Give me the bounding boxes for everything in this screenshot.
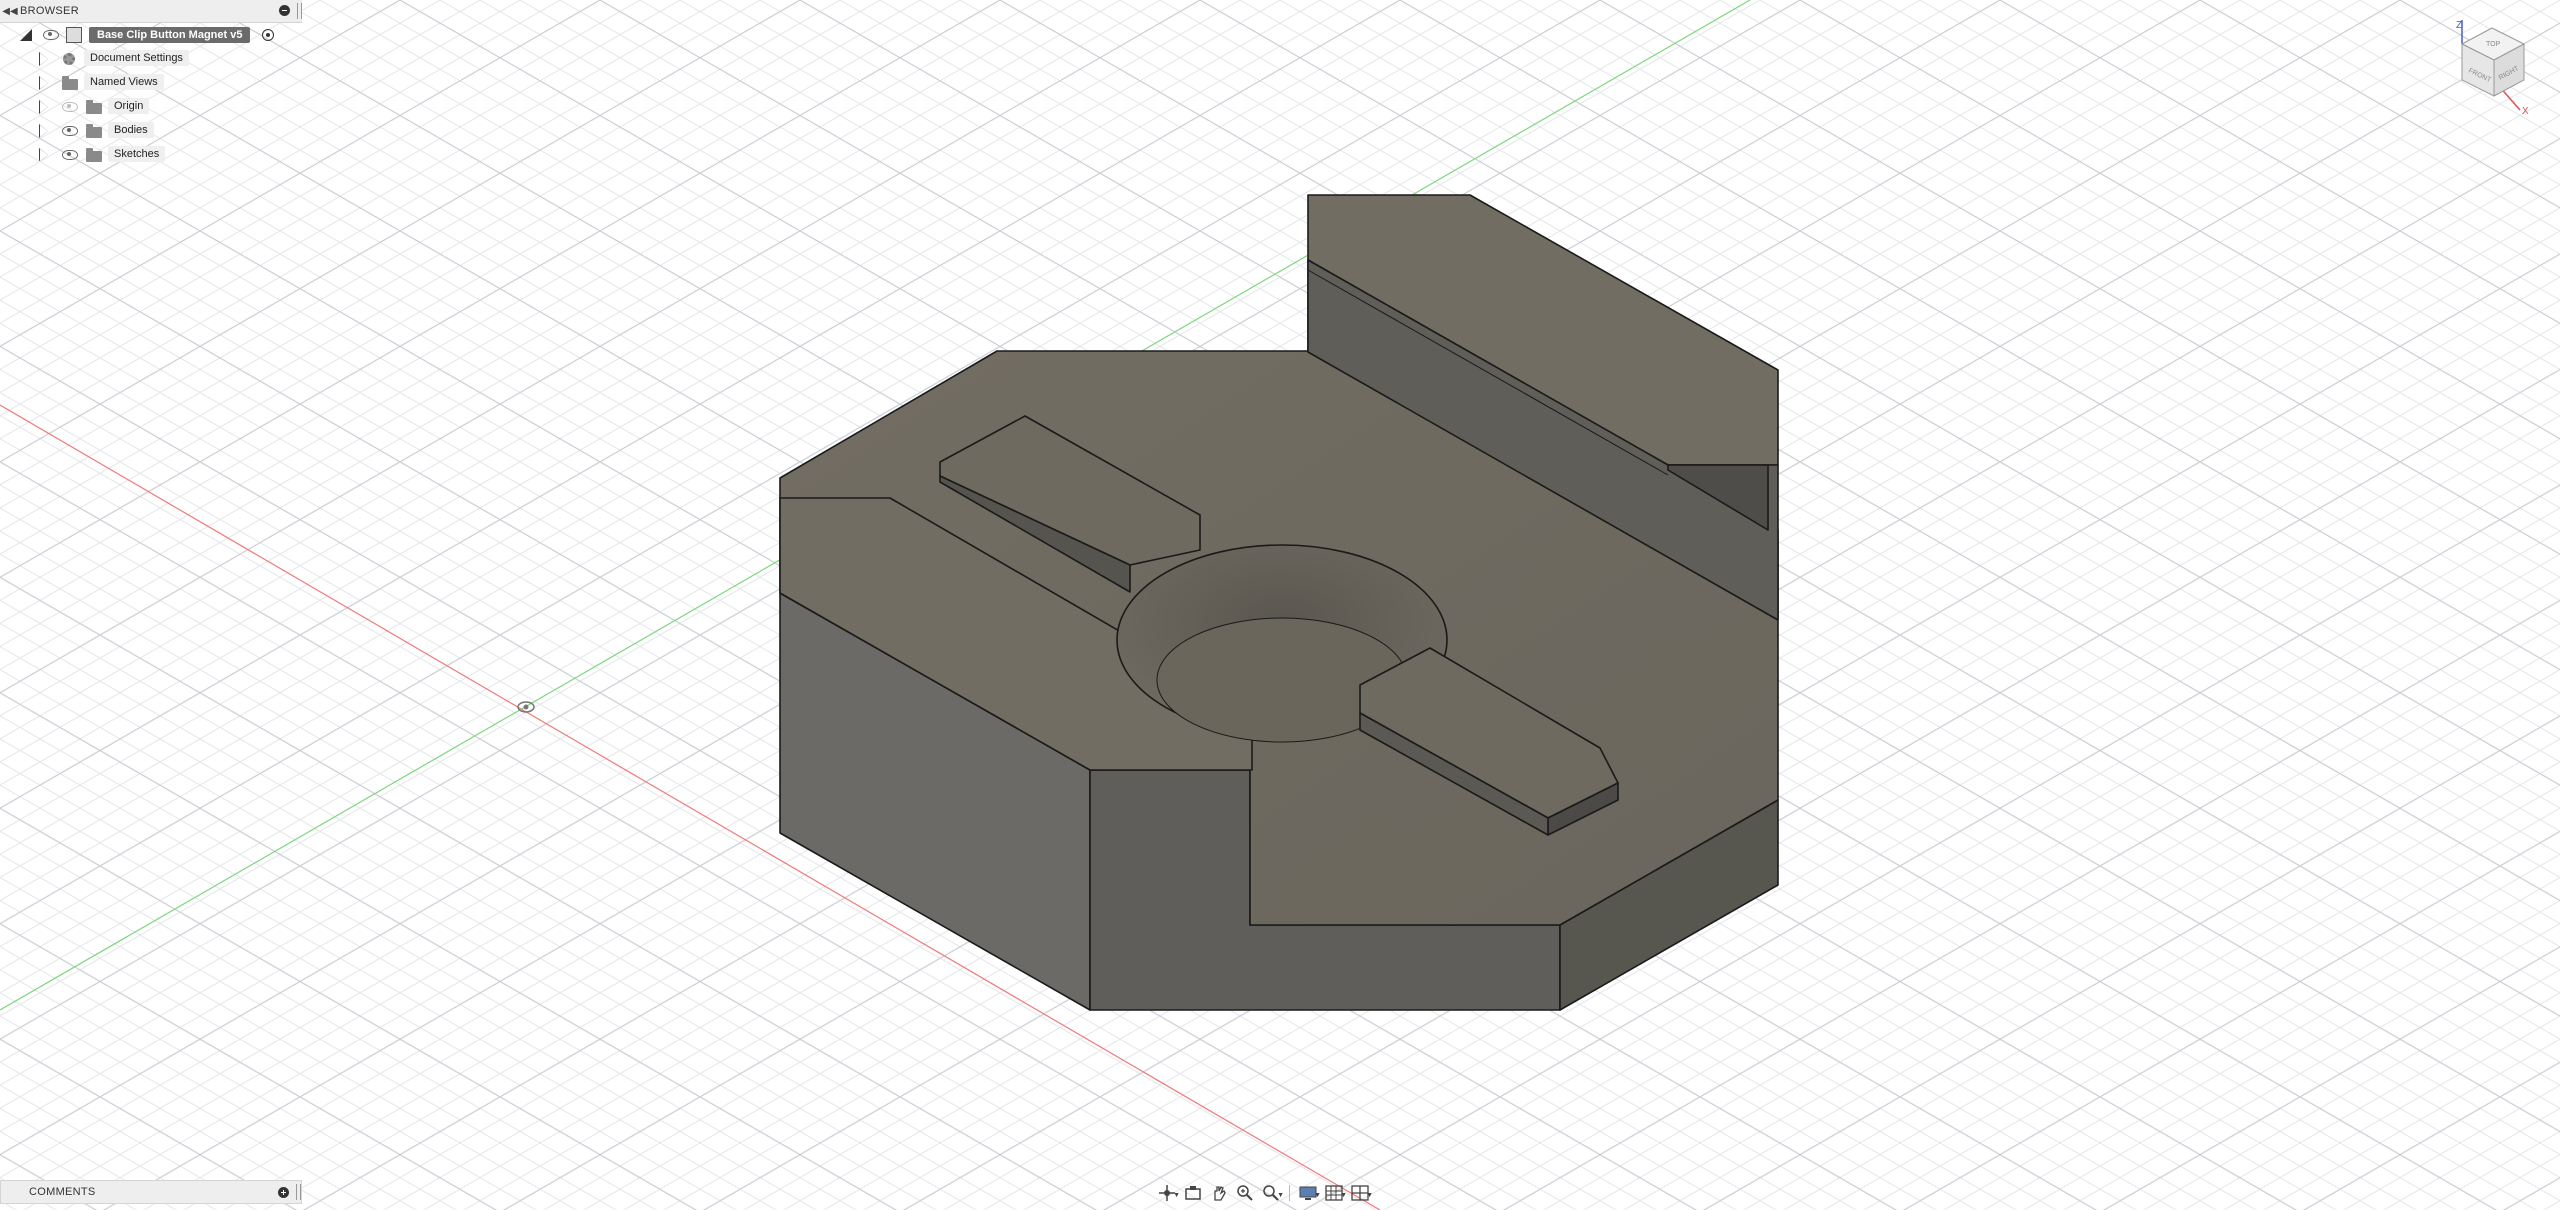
browser-item-document-settings[interactable]: Document Settings	[0, 47, 302, 71]
eye-icon[interactable]	[43, 30, 59, 40]
eye-icon[interactable]	[62, 150, 78, 160]
browser-header[interactable]: ◀◀ BROWSER	[0, 0, 302, 23]
folder-icon	[86, 124, 102, 138]
z-axis-label: Z	[2456, 20, 2462, 31]
expand-triangle-icon[interactable]	[39, 124, 48, 138]
fit-button[interactable]: ▼	[1260, 1183, 1284, 1203]
panel-resize-grip[interactable]	[297, 3, 302, 19]
expand-triangle-icon[interactable]	[39, 52, 48, 66]
x-axis-label: X	[2522, 106, 2529, 117]
browser-item-origin[interactable]: Origin	[0, 95, 302, 119]
browser-item-label: Bodies	[108, 122, 154, 138]
browser-item-bodies[interactable]: Bodies	[0, 119, 302, 143]
document-icon	[66, 27, 82, 43]
eye-hidden-icon[interactable]	[62, 102, 78, 112]
browser-item-sketches[interactable]: Sketches	[0, 143, 302, 167]
orbit-button[interactable]: ▼	[1156, 1183, 1180, 1203]
minimize-panel-icon[interactable]	[279, 5, 290, 16]
viewcube-top-label: TOP	[2486, 41, 2501, 48]
toolbar-separator	[1289, 1185, 1290, 1201]
display-settings-button[interactable]: ▼	[1297, 1183, 1321, 1203]
folder-icon	[86, 148, 102, 162]
pan-button[interactable]	[1208, 1183, 1230, 1203]
activate-component-icon[interactable]	[262, 29, 274, 41]
comments-panel[interactable]: COMMENTS	[0, 1180, 302, 1204]
zoom-icon	[1237, 1185, 1253, 1201]
browser-title: BROWSER	[20, 5, 79, 17]
expand-triangle-icon[interactable]	[39, 100, 48, 114]
comments-title: COMMENTS	[29, 1186, 96, 1198]
look-at-icon	[1185, 1186, 1201, 1200]
gear-icon	[63, 53, 75, 65]
viewports-button[interactable]: ▼	[1349, 1183, 1373, 1203]
browser-panel: ◀◀ BROWSER Base Clip Button Magnet v5 Do…	[0, 0, 302, 167]
view-cube[interactable]: Z X TOP FRONT RIGHT	[2440, 14, 2550, 124]
expand-triangle-icon[interactable]	[39, 148, 48, 162]
hand-icon	[1214, 1186, 1226, 1201]
browser-item-label: Named Views	[84, 74, 164, 90]
navigation-toolbar: ▼ ▼ ▼ ▼ ▼	[1156, 1182, 1373, 1204]
browser-root-item[interactable]: Base Clip Button Magnet v5	[0, 23, 302, 47]
add-comment-icon[interactable]	[278, 1187, 289, 1198]
collapse-triangle-icon[interactable]	[20, 29, 32, 41]
browser-item-label: Document Settings	[84, 50, 189, 66]
eye-icon[interactable]	[62, 126, 78, 136]
look-at-button[interactable]	[1182, 1183, 1204, 1203]
folder-icon	[86, 100, 102, 114]
folder-icon	[62, 76, 78, 90]
panel-resize-grip[interactable]	[296, 1184, 301, 1200]
zoom-button[interactable]	[1234, 1183, 1256, 1203]
expand-triangle-icon[interactable]	[39, 76, 48, 90]
root-component-label[interactable]: Base Clip Button Magnet v5	[89, 27, 251, 43]
browser-item-named-views[interactable]: Named Views	[0, 71, 302, 95]
3d-viewport[interactable]	[0, 0, 2560, 1210]
collapse-panel-icon[interactable]: ◀◀	[0, 6, 20, 17]
browser-item-label: Origin	[108, 98, 150, 114]
browser-item-label: Sketches	[108, 146, 166, 162]
grid-snaps-button[interactable]: ▼	[1323, 1183, 1347, 1203]
